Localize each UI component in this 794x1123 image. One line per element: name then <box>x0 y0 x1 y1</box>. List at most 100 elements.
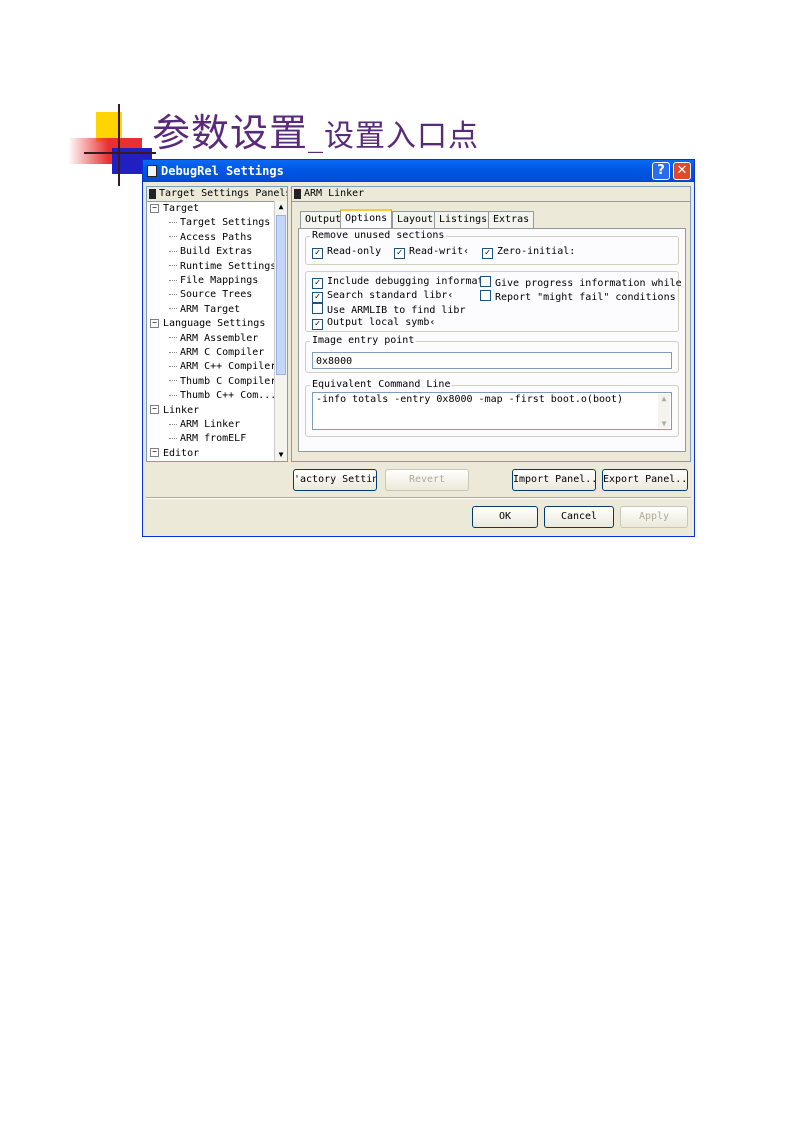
check-icon[interactable]: ✓ <box>482 248 493 259</box>
option-checkbox[interactable]: Report "might fail" conditions <box>480 289 676 303</box>
tree-connector <box>169 279 177 281</box>
collapse-icon[interactable]: − <box>150 203 159 213</box>
tree-item[interactable]: ARM Assembler <box>169 332 258 346</box>
tree-item[interactable]: ARM C++ Compiler <box>169 360 276 374</box>
tree-item-label: ARM Assembler <box>180 332 259 344</box>
checkbox-box[interactable] <box>480 276 491 287</box>
close-button[interactable]: ✕ <box>673 162 691 180</box>
scroll-down-icon[interactable]: ▼ <box>275 449 287 461</box>
tree-item-label: Thumb C Compiler <box>180 375 277 387</box>
tab-listings[interactable]: Listings <box>434 211 493 228</box>
option-checkbox[interactable]: Use ARMLIB to find libr <box>312 303 465 316</box>
tree-item-label: Source Trees <box>180 289 253 301</box>
check-icon[interactable]: ✓ <box>394 248 405 259</box>
tree-item[interactable]: ARM fromELF <box>169 432 246 446</box>
document-icon <box>147 165 157 177</box>
entry-point-group: Image entry point 0x8000 <box>305 335 679 373</box>
title-decoration <box>118 104 120 186</box>
tree-item[interactable]: ARM Linker <box>169 418 240 432</box>
tree-connector <box>169 365 177 367</box>
tree-item[interactable]: Target Settings <box>169 216 270 230</box>
scroll-up-icon[interactable]: ▲ <box>658 394 670 403</box>
tree-item[interactable]: File Mappings <box>169 274 258 288</box>
collapse-icon[interactable]: − <box>150 405 159 415</box>
check-icon[interactable]: ✓ <box>312 291 323 303</box>
tree-item-label: ARM Linker <box>180 419 241 430</box>
panel-area: ARM Linker Output Options Layout Listings Ex… <box>291 186 691 462</box>
tree-connector <box>169 293 177 295</box>
tree-scrollbar[interactable]: ▲ ▼ <box>274 201 287 461</box>
tree-item-label: Language Settings <box>163 318 266 330</box>
tab-content: Remove unused sections ✓ Read-only ✓ Read-w… <box>298 228 686 452</box>
checkbox-label: Give progress information while <box>495 278 682 289</box>
checkbox-box[interactable] <box>312 303 323 314</box>
option-checkbox[interactable]: ✓ Search standard libr‹ <box>312 289 454 303</box>
panel-tree: Target Settings Panels − Target Target Set… <box>146 186 288 462</box>
tree-connector <box>169 337 177 339</box>
tree-item-label: Editor <box>163 447 200 459</box>
command-line-field[interactable]: -info totals -entry 0x8000 -map -first b… <box>312 392 672 430</box>
tree-item[interactable]: Thumb C++ Com... <box>169 389 276 403</box>
tree-item[interactable]: Access Paths <box>169 231 252 245</box>
tree-item[interactable]: − Language Settings <box>150 317 265 331</box>
import-panel-button[interactable]: Import Panel... <box>512 469 596 491</box>
checkbox-label: Search standard libr‹ <box>327 289 454 301</box>
option-checkbox[interactable]: Give progress information while <box>480 276 682 289</box>
entry-point-input[interactable]: 0x8000 <box>312 352 672 369</box>
scroll-down-icon[interactable]: ▼ <box>658 419 670 428</box>
tab-extras[interactable]: Extras <box>488 211 535 228</box>
command-line-scrollbar[interactable]: ▲ ▼ <box>658 394 670 428</box>
remove-unused-group: Remove unused sections ✓ Read-only ✓ Read-w… <box>305 230 679 265</box>
tree-item[interactable]: Runtime Settings <box>169 260 276 274</box>
check-icon[interactable]: ✓ <box>312 318 323 330</box>
tab-options[interactable]: Options <box>340 209 393 230</box>
checkbox-label: Read-writ‹ <box>409 246 470 257</box>
divider <box>146 497 691 499</box>
tree-connector <box>169 250 177 252</box>
tree-item[interactable]: − Target <box>150 202 199 216</box>
check-icon[interactable]: ✓ <box>312 248 323 259</box>
tree-item[interactable]: ARM C Compiler <box>169 346 264 360</box>
tree-list: − Target Target Settings Access Paths Build … <box>147 202 277 461</box>
scroll-thumb[interactable] <box>276 215 286 375</box>
tree-item[interactable]: Source Trees <box>169 288 252 302</box>
panel-icon <box>149 189 156 199</box>
option-checkbox[interactable]: ✓ Include debugging informat <box>312 276 484 289</box>
tree-connector <box>169 380 177 382</box>
panel-icon <box>294 189 301 199</box>
tree-item-label: ARM C++ Compiler <box>180 361 277 373</box>
option-checkbox[interactable]: ✓ Zero-initial: <box>482 246 576 259</box>
tree-connector <box>169 437 177 439</box>
checkbox-label: Zero-initial: <box>497 246 576 257</box>
revert-button[interactable]: Revert <box>385 469 469 491</box>
help-button[interactable]: ? <box>652 162 670 180</box>
apply-button[interactable]: Apply <box>620 506 688 528</box>
tree-item[interactable]: − Linker <box>150 404 199 418</box>
factory-settings-button[interactable]: 'actory Setting: <box>293 469 377 491</box>
title-bar[interactable]: DebugRel Settings ? ✕ <box>143 160 694 182</box>
option-checkbox[interactable]: ✓ Output local symb‹ <box>312 317 435 330</box>
collapse-icon[interactable]: − <box>150 318 159 328</box>
window-title: DebugRel Settings <box>161 164 284 178</box>
tab-layout[interactable]: Layout <box>392 211 439 228</box>
collapse-icon[interactable]: − <box>150 448 159 458</box>
page-title-main: 参数设置 <box>152 111 309 155</box>
tree-item-label: Thumb C++ Com... <box>180 390 277 402</box>
tree-item[interactable]: Build Extras <box>169 245 252 259</box>
checkbox-box[interactable] <box>480 289 491 301</box>
command-line-text: -info totals -entry 0x8000 -map -first b… <box>316 394 624 405</box>
page-title-sub: _设置入口点 <box>308 119 480 154</box>
cancel-button[interactable]: Cancel <box>544 506 614 528</box>
tree-item-label: ARM Target <box>180 303 241 315</box>
checkbox-label: Include debugging informat <box>327 276 484 287</box>
scroll-up-icon[interactable]: ▲ <box>275 201 287 213</box>
option-checkbox[interactable]: ✓ Read-only <box>312 246 381 259</box>
tree-connector <box>169 265 177 267</box>
tree-item[interactable]: Thumb C Compiler <box>169 375 276 389</box>
check-icon[interactable]: ✓ <box>312 278 323 289</box>
tree-item[interactable]: − Editor <box>150 447 199 461</box>
option-checkbox[interactable]: ✓ Read-writ‹ <box>394 246 470 259</box>
tree-item[interactable]: ARM Target <box>169 303 240 317</box>
ok-button[interactable]: OK <box>472 506 538 528</box>
export-panel-button[interactable]: Export Panel... <box>602 469 688 491</box>
